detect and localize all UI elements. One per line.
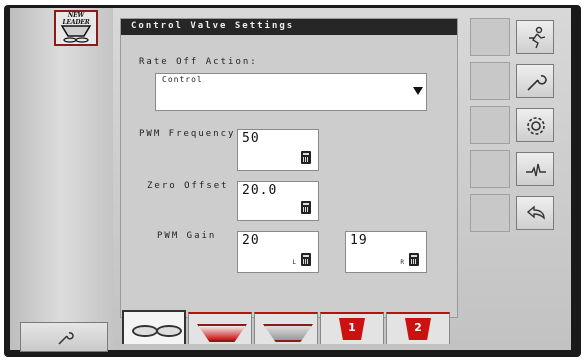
pwm-frequency-value: 50 <box>242 131 260 146</box>
empty-slot <box>470 62 510 100</box>
zero-offset-value: 20.0 <box>242 183 278 198</box>
back-icon <box>526 205 545 220</box>
settings-button[interactable] <box>516 108 554 142</box>
pwm-gain-left-field[interactable]: 20 L <box>237 231 319 273</box>
pwm-frequency-field[interactable]: 50 <box>237 129 319 171</box>
bin-gray-icon <box>263 324 313 342</box>
tools-button[interactable] <box>516 64 554 98</box>
pwm-gain-left-suffix: L <box>292 259 296 266</box>
pwm-gain-label: PWM Gain <box>157 231 217 241</box>
bin-1-icon: 1 <box>339 318 365 340</box>
page-title: Control Valve Settings <box>131 21 295 31</box>
empty-slot <box>470 194 510 232</box>
tab-bin-2[interactable]: 2 <box>386 312 450 344</box>
rate-off-action-value: Control <box>162 75 203 84</box>
zero-offset-field[interactable]: 20.0 <box>237 181 319 221</box>
bin-red-icon <box>197 324 247 342</box>
empty-slot-column <box>470 18 512 232</box>
rate-off-action-label: Rate Off Action: <box>139 57 258 67</box>
calculator-icon <box>301 201 311 214</box>
pwm-gain-right-field[interactable]: 19 R <box>345 231 427 273</box>
run-button[interactable] <box>516 20 554 54</box>
spreader-logo-icon <box>60 25 92 43</box>
pwm-gain-right-value: 19 <box>350 233 368 248</box>
control-valve-panel: Control Valve Settings Rate Off Action: … <box>120 18 458 318</box>
left-panel <box>10 8 113 350</box>
tab-bin-gray[interactable] <box>254 312 318 344</box>
bin-2-icon: 2 <box>405 318 431 340</box>
calculator-icon <box>301 151 311 164</box>
empty-slot <box>470 18 510 56</box>
tab-spinner[interactable] <box>122 310 186 344</box>
dropdown-arrow-icon <box>413 87 423 95</box>
logo-button[interactable]: NEW LEADER <box>54 10 98 46</box>
empty-slot <box>470 106 510 144</box>
spinner-discs-icon <box>130 321 182 337</box>
back-button[interactable] <box>516 196 554 230</box>
calculator-icon <box>301 253 311 266</box>
tab-bin-1[interactable]: 1 <box>320 312 384 344</box>
wrench-icon <box>527 75 547 91</box>
diagnostics-icon <box>526 163 546 177</box>
zero-offset-label: Zero Offset <box>147 181 229 191</box>
diagnostics-button[interactable] <box>516 152 554 186</box>
pwm-gain-right-suffix: R <box>400 259 404 266</box>
title-bar: Control Valve Settings <box>121 19 457 35</box>
running-man-icon <box>529 26 546 49</box>
tab-bar: 1 2 <box>120 310 458 346</box>
settings-wrench-button[interactable] <box>20 322 108 352</box>
tab-bin-red[interactable] <box>188 312 252 344</box>
pwm-frequency-label: PWM Frequency <box>139 129 236 139</box>
pwm-gain-left-value: 20 <box>242 233 260 248</box>
wrench-icon <box>58 332 74 345</box>
empty-slot <box>470 150 510 188</box>
gear-icon <box>527 117 545 135</box>
calculator-icon <box>409 253 419 266</box>
rate-off-action-select[interactable]: Control <box>155 73 427 111</box>
